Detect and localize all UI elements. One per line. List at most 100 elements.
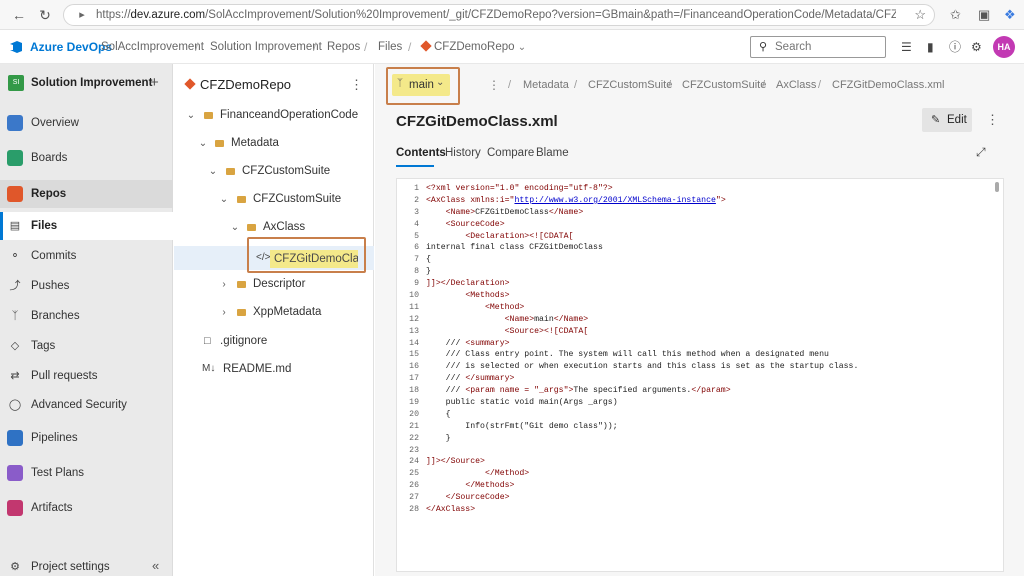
sidebar-item-branches[interactable]: ᛉ Branches xyxy=(0,302,173,330)
chevron-down-icon[interactable]: ⌄ xyxy=(230,221,240,235)
breadcrumb-project[interactable]: Solution Improvement xyxy=(210,41,322,53)
refresh-icon[interactable]: ↻ xyxy=(36,6,54,24)
tree-item-label: README.md xyxy=(223,363,292,375)
tree-item-folder[interactable]: ⌄ FinanceandOperationCode xyxy=(174,105,374,127)
sidebar-item-files[interactable]: ▤ Files xyxy=(0,212,173,240)
favorites-icon[interactable]: ✩ xyxy=(950,6,961,24)
sidebar-item-label: Pushes xyxy=(31,280,70,292)
tab-history[interactable]: History xyxy=(445,147,481,159)
path-segment[interactable]: AxClass xyxy=(776,79,816,91)
more-options-icon[interactable]: ⋮ xyxy=(350,77,363,93)
sidebar-item-advanced-security[interactable]: ◯ Advanced Security xyxy=(0,391,173,419)
back-icon[interactable]: ← xyxy=(10,6,28,24)
sidebar-item-label: Artifacts xyxy=(31,502,73,514)
search-input[interactable] xyxy=(775,40,875,54)
active-tab-indicator xyxy=(396,165,434,167)
sidebar-item-pushes[interactable]: ⤴ Pushes xyxy=(0,272,173,300)
folder-icon xyxy=(247,224,256,231)
path-segment[interactable]: CFZCustomSuite xyxy=(588,79,672,91)
code-line: 12 <Name>main</Name> xyxy=(397,314,993,326)
code-text: </AxClass> xyxy=(426,505,476,515)
avatar[interactable]: HA xyxy=(993,36,1015,58)
path-more-icon[interactable]: ⋮ xyxy=(488,78,500,92)
favorite-star-icon[interactable]: ☆ xyxy=(914,8,926,22)
add-icon[interactable]: + xyxy=(150,74,159,91)
fullscreen-icon[interactable]: ⤢ xyxy=(976,145,986,160)
breadcrumb-repo[interactable]: CFZDemoRepo ⌄ xyxy=(420,40,526,53)
branch-selector[interactable]: ᛉ main ⌄ xyxy=(392,74,450,96)
project-name[interactable]: Solution Improvement xyxy=(31,77,152,89)
sidebar-item-project-settings[interactable]: ⚙ Project settings « xyxy=(0,553,173,581)
collapse-icon[interactable]: « xyxy=(152,558,159,573)
sidebar-item-artifacts[interactable]: Artifacts xyxy=(0,494,173,522)
scrollbar-thumb[interactable] xyxy=(995,182,999,192)
line-number: 20 xyxy=(409,409,419,419)
collections-icon[interactable]: ▣ xyxy=(978,6,990,24)
browser-toolbar: ← ↻ ▸ https://dev.azure.com/SolAccImprov… xyxy=(0,0,1024,30)
sidebar-item-boards[interactable]: Boards xyxy=(0,144,173,172)
chevron-down-icon[interactable]: ⌄ xyxy=(186,109,196,123)
code-text: <AxClass xmlns:i="http://www.w3.org/2001… xyxy=(426,195,726,205)
breadcrumb-repos[interactable]: Repos xyxy=(327,41,360,53)
code-line: 27 </SourceCode> xyxy=(397,492,993,504)
project-header[interactable]: SI Solution Improvement + xyxy=(0,72,173,96)
breadcrumb-files[interactable]: Files xyxy=(378,41,402,53)
brand-name[interactable]: Azure DevOps xyxy=(30,40,112,54)
folder-icon xyxy=(204,112,213,119)
code-text: /// Class entry point. The system will c… xyxy=(426,350,829,360)
copilot-icon[interactable]: ❖ xyxy=(1004,6,1016,24)
user-settings-icon[interactable]: ⚙ xyxy=(971,40,982,54)
tab-compare[interactable]: Compare xyxy=(487,147,534,159)
tab-contents[interactable]: Contents xyxy=(396,147,446,159)
code-line: 8} xyxy=(397,266,993,278)
chevron-down-icon[interactable]: ⌄ xyxy=(198,137,208,151)
sidebar-item-pull-requests[interactable]: ⇄ Pull requests xyxy=(0,362,173,390)
code-line: 17 /// </summary> xyxy=(397,373,993,385)
line-number: 8 xyxy=(414,267,419,277)
sidebar-item-tags[interactable]: ◇ Tags xyxy=(0,332,173,360)
tree-item-file[interactable]: □ .gitignore xyxy=(174,331,374,353)
sidebar-item-overview[interactable]: Overview xyxy=(0,109,173,137)
breadcrumb-org[interactable]: SolAccImprovement xyxy=(101,41,204,53)
repo-title[interactable]: CFZDemoRepo xyxy=(200,77,291,92)
sidebar-item-pipelines[interactable]: Pipelines xyxy=(0,424,173,452)
code-text: /// </summary> xyxy=(426,374,515,384)
help-icon[interactable]: ⓘ xyxy=(949,40,961,54)
path-separator: / xyxy=(818,79,822,91)
task-list-icon[interactable]: ☰ xyxy=(901,40,912,54)
azure-devops-logo-icon[interactable] xyxy=(9,40,23,54)
branches-icon: ᛉ xyxy=(11,310,19,322)
tree-item-folder[interactable]: › Descriptor xyxy=(174,274,374,296)
edit-button[interactable]: ✎ Edit xyxy=(922,108,972,132)
chevron-right-icon[interactable]: › xyxy=(219,278,229,292)
sidebar-item-test-plans[interactable]: Test Plans xyxy=(0,459,173,487)
line-number: 1 xyxy=(414,184,419,193)
tree-item-folder[interactable]: › XppMetadata xyxy=(174,302,374,324)
sidebar-item-label: Overview xyxy=(31,117,79,129)
path-segment[interactable]: CFZCustomSuite xyxy=(682,79,766,91)
path-segment[interactable]: Metadata xyxy=(523,79,569,91)
sidebar-item-commits[interactable]: ⚬ Commits xyxy=(0,242,173,270)
tree-item-label: AxClass xyxy=(263,221,306,233)
selected-file-label[interactable]: CFZGitDemoClas xyxy=(270,250,358,268)
code-text: <Source><![CDATA[ xyxy=(504,326,589,336)
code-viewer[interactable]: 1 <?xml version="1.0" encoding="utf-8"?> 2… xyxy=(396,178,1004,572)
chevron-down-icon[interactable]: ⌄ xyxy=(208,165,218,179)
chevron-down-icon[interactable]: ⌄ xyxy=(219,193,229,207)
address-bar[interactable]: ▸ https://dev.azure.com/SolAccImprovemen… xyxy=(63,4,935,26)
search-box[interactable]: ⚲ xyxy=(750,36,886,58)
tree-item-folder[interactable]: ⌄ CFZCustomSuite xyxy=(174,161,374,183)
marketplace-icon[interactable]: ▮ xyxy=(927,40,934,54)
tree-item-file[interactable]: M↓ README.md xyxy=(174,359,374,381)
folder-icon xyxy=(226,168,235,175)
breadcrumb-separator: / xyxy=(195,40,199,54)
tab-blame[interactable]: Blame xyxy=(536,147,569,159)
tree-item-folder[interactable]: ⌄ Metadata xyxy=(174,133,374,155)
sidebar-item-repos[interactable]: Repos xyxy=(0,180,173,208)
more-options-icon[interactable]: ⋮ xyxy=(986,112,999,128)
tree-item-folder[interactable]: ⌄ CFZCustomSuite xyxy=(174,189,374,211)
tree-item-folder[interactable]: ⌄ AxClass xyxy=(174,217,374,239)
code-text: <?xml version="1.0" encoding="utf-8"?> xyxy=(426,184,613,193)
code-line: 1 <?xml version="1.0" encoding="utf-8"?> xyxy=(397,183,993,195)
chevron-right-icon[interactable]: › xyxy=(219,306,229,320)
